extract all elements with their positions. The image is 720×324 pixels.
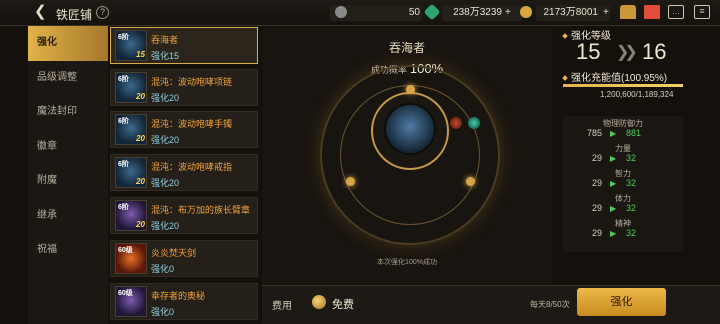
item-name: 炎炎焚天剑 [151,248,197,258]
teal-gem-icon [468,117,480,129]
stat-old: 785 [586,128,602,138]
add-gold-button[interactable]: + [603,5,609,21]
list-item[interactable]: 6阶 20 混沌：波动咆哮项链 强化20 [110,69,258,106]
list-item[interactable]: 6阶 20 混沌：布万加的族长臂章 强化20 [110,197,258,234]
page-title: 铁匠铺 [56,8,93,22]
item-name: 混沌：波动咆哮戒指 [151,162,233,172]
tab-enchant[interactable]: 附魔 [28,164,108,199]
tab-enhance[interactable]: 强化 [28,26,108,61]
currency-energy [335,5,350,21]
crown-icon[interactable] [620,5,636,19]
list-item[interactable]: 6阶 15 吞海者 强化15 [110,27,258,64]
item-thumbnail: 60级 [115,243,147,274]
glow-node-icon [406,85,415,94]
arrow-right-icon: ▶ [610,204,617,213]
item-enhance: 强化20 [151,221,180,231]
item-thumbnail: 6阶 15 [115,30,147,61]
item-name: 混沌：波动咆哮项链 [151,77,233,87]
glow-node-icon [346,177,355,186]
stat-new: 32 [626,228,637,238]
red-gem-icon [450,117,462,129]
energy-icon [335,6,347,19]
stat-new: 32 [626,178,637,188]
item-enhance: 强化15 [151,51,180,61]
tab-bless[interactable]: 祝福 [28,233,108,268]
double-arrow-icon: ❯❯ [616,44,638,61]
energy-value: 1,200,600/1,189,324 [600,90,674,99]
arrow-right-icon: ▶ [610,129,617,138]
gold-coin-icon [520,5,535,21]
equipment-list: 6阶 15 吞海者 强化15 6阶 20 混沌：波动咆哮项链 强化20 6阶 20 混… [110,27,258,324]
mail-icon[interactable] [644,5,660,19]
selected-item-name: 吞海者 [388,41,425,55]
tab-emblem[interactable]: 徽章 [28,130,108,165]
item-thumbnail: 6阶 20 [115,114,147,145]
tab-magic-seal[interactable]: 魔法封印 [28,95,108,130]
top-bar: ❮ 铁匠铺 ? 50 238万3239 + 2173万8001 + … ≡ [0,0,720,26]
stat-old: 29 [591,203,602,213]
fee-label: 费用 [272,301,292,312]
arrow-right-icon: ▶ [610,154,617,163]
level-from: 15 [576,39,601,64]
item-name: 混沌：波动咆哮手镯 [151,119,233,129]
stat-old: 29 [591,178,602,188]
energy-progress-bar [563,84,683,87]
item-thumbnail: 6阶 20 [115,157,147,188]
stat-new: 32 [626,153,637,163]
stat-new: 881 [626,128,642,138]
item-enhance: 强化20 [151,178,180,188]
stat-old: 29 [591,153,602,163]
item-name: 吞海者 [151,35,179,45]
energy-progress-fill [563,84,683,87]
item-enhance: 强化0 [151,307,175,317]
list-item[interactable]: 6阶 20 混沌：波动咆哮手镯 强化20 [110,111,258,148]
currency-energy-value: 50 [408,7,420,18]
fee-value: 免费 [332,299,354,311]
stat-comparison: 物理防御力 785 ▶ 881 力量 29 ▶ 32 智力 29 ▶ 32 体力… [563,116,683,252]
item-enhance: 强化20 [151,135,180,145]
currency-gem-value: 238万3239 [453,7,502,18]
item-enhance: 强化0 [151,264,175,274]
item-enhance: 强化20 [151,93,180,103]
list-item[interactable]: 60级 炎炎焚天剑 强化0 [110,240,258,277]
currency-gold-value: 2173万8001 [543,7,599,18]
success-hint: 本次强化100%成功 [377,259,437,266]
item-thumbnail: 6阶 20 [115,200,147,231]
list-item[interactable]: 6阶 20 混沌：波动咆哮戒指 强化20 [110,154,258,191]
menu-icon[interactable]: ≡ [694,5,710,19]
back-arrow-icon[interactable]: ❮ [34,4,50,20]
enhance-panel: 吞海者 成功概率 100% 本次强化100%成功 [262,27,552,285]
level-to: 16 [642,39,667,64]
green-gem-icon [423,3,441,21]
tab-grade-adjust[interactable]: 品级调整 [28,61,108,96]
chat-icon[interactable]: … [668,5,684,19]
daily-count: 每天8/50次 [530,300,570,309]
bottom-bar: 费用 免费 每天8/50次 强化 [262,285,720,324]
stats-panel: 强化等级 15 ❯❯ 16 强化充能值(100.95%) 1,200,600/1… [556,27,720,285]
enhance-button[interactable]: 强化 [577,288,666,316]
arrow-right-icon: ▶ [610,229,617,238]
equipment-icon[interactable] [384,103,436,155]
energy-label: 强化充能值(100.95%) [563,69,667,84]
item-name: 幸存者的奥秘 [151,291,206,301]
arrow-right-icon: ▶ [610,179,617,188]
stat-old: 29 [591,228,602,238]
tab-inherit[interactable]: 继承 [28,199,108,234]
stat-new: 32 [626,203,637,213]
list-item[interactable]: 60级 幸存者的奥秘 强化0 [110,283,258,320]
add-gem-button[interactable]: + [505,5,511,21]
item-thumbnail: 60级 [115,286,147,317]
sidebar: 强化 品级调整 魔法封印 徽章 附魔 继承 祝福 [28,26,108,324]
gold-coin-icon [312,295,326,309]
item-name: 混沌：布万加的族长臂章 [151,205,251,215]
glow-node-icon [466,177,475,186]
help-icon[interactable]: ? [96,6,109,19]
item-thumbnail: 6阶 20 [115,72,147,103]
